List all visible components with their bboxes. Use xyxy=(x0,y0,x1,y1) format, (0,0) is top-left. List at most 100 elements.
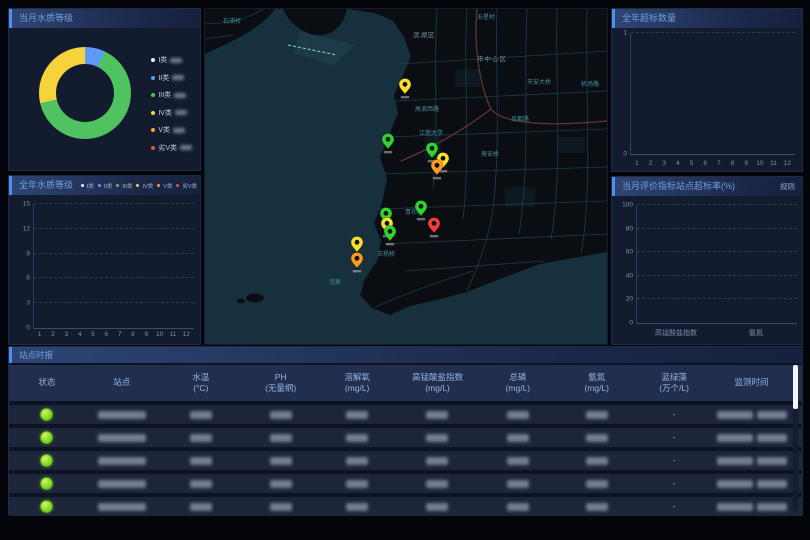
table-row[interactable]: - xyxy=(9,474,802,493)
table-row[interactable]: - xyxy=(9,497,802,516)
algae-value: - xyxy=(673,456,676,465)
map-label: 沈家 xyxy=(329,278,341,286)
status-dot-green xyxy=(40,454,53,467)
map-panel[interactable]: 石浦桥五星村滨湖区市中心区天安大桥机场路高浪西路吴都路江南大学寿安桥青祁桥古杨桥… xyxy=(204,8,608,345)
redacted-value xyxy=(586,434,608,442)
legend-item[interactable]: II类 xyxy=(151,73,192,83)
column-header: 总磷(mg/L) xyxy=(479,373,556,394)
redacted-value xyxy=(586,411,608,419)
table-row[interactable]: - xyxy=(9,405,802,424)
map-canvas: 石浦桥五星村滨湖区市中心区天安大桥机场路高浪西路吴都路江南大学寿安桥青祁桥古杨桥… xyxy=(205,9,607,344)
redacted-time xyxy=(757,503,787,511)
redacted-value xyxy=(586,480,608,488)
station-table-panel: 站点时报 状态站点水温(°C)PH(无量纲)溶解氧(mg/L)高锰酸盐指数(mg… xyxy=(8,346,803,515)
redacted-date xyxy=(717,411,753,419)
algae-value: - xyxy=(673,410,676,419)
panel-title: 当月评价指标站点超标率(%) 规则 xyxy=(612,177,802,196)
redacted-time xyxy=(757,434,787,442)
y-axis-labels: 020406080100 xyxy=(614,205,633,323)
map-island xyxy=(237,299,245,304)
legend-item[interactable]: III类 xyxy=(151,90,192,100)
donut-chart xyxy=(39,47,131,139)
redacted-date xyxy=(717,480,753,488)
map-label: 江南大学 xyxy=(419,129,443,137)
year-quality-legend[interactable]: I类 II类III类 IV类 V类劣V类 xyxy=(81,176,197,195)
rules-link[interactable]: 规则 xyxy=(780,177,795,196)
legend-item[interactable]: V类 xyxy=(157,182,172,190)
redacted-value xyxy=(270,503,292,511)
redacted-value xyxy=(270,480,292,488)
table-body: - - - - - xyxy=(9,401,802,514)
redacted-date xyxy=(717,503,753,511)
panel-month-rate: 当月评价指标站点超标率(%) 规则 020406080100 高锰酸盐指数氨氮 xyxy=(611,176,803,345)
redacted-value xyxy=(270,411,292,419)
map-label: 石浦桥 xyxy=(223,17,241,25)
algae-value: - xyxy=(673,479,676,488)
status-dot-green xyxy=(40,408,53,421)
legend-item[interactable]: III类 xyxy=(116,182,132,190)
legend-item[interactable]: IV类 xyxy=(151,108,192,118)
map-label: 古杨桥 xyxy=(377,250,395,258)
panel-year-exceed: 全年超标数量 01 123456789101112 xyxy=(611,8,803,172)
redacted-value xyxy=(346,434,368,442)
month-rate-chart xyxy=(636,205,797,324)
redacted-value xyxy=(190,503,212,511)
redacted-site-name xyxy=(98,503,146,511)
map-label: 天安大桥 xyxy=(527,78,551,86)
column-header: 高锰酸盐指数(mg/L) xyxy=(396,373,480,394)
map-label: 机场路 xyxy=(581,80,599,88)
map-label: 高浪西路 xyxy=(415,105,439,113)
column-header: 溶解氧(mg/L) xyxy=(319,373,396,394)
x-axis-labels: 123456789101112 xyxy=(33,331,193,338)
table-title: 站点时报 xyxy=(9,347,802,363)
column-header: 状态 xyxy=(9,378,85,387)
redacted-value xyxy=(426,434,448,442)
map-island xyxy=(246,294,264,303)
column-header: PH(无量纲) xyxy=(243,373,319,394)
redacted-value xyxy=(346,480,368,488)
legend-item[interactable]: I类 xyxy=(151,55,192,65)
legend-item[interactable]: II类 xyxy=(98,182,113,190)
column-header: 氨氮(mg/L) xyxy=(556,373,637,394)
redacted-site-name xyxy=(98,457,146,465)
legend-item[interactable]: I类 xyxy=(81,182,94,190)
redacted-time xyxy=(757,457,787,465)
map-label: 寿安桥 xyxy=(481,150,499,158)
year-exceed-chart xyxy=(630,33,795,155)
legend-item[interactable]: V类 xyxy=(151,125,192,135)
redacted-site-name xyxy=(98,434,146,442)
map-label: 市中心区 xyxy=(477,54,507,63)
panel-title: 当月水质等级 xyxy=(9,9,200,28)
column-header: 站点 xyxy=(85,378,159,387)
column-header: 水温(°C) xyxy=(159,373,243,394)
redacted-value xyxy=(270,434,292,442)
table-row[interactable]: - xyxy=(9,451,802,470)
legend-item[interactable]: IV类 xyxy=(136,182,153,190)
legend-item[interactable]: 劣V类 xyxy=(176,182,197,190)
y-axis-labels: 01 xyxy=(614,33,627,154)
map-label: 五星村 xyxy=(477,13,495,21)
redacted-value xyxy=(507,503,529,511)
year-quality-chart xyxy=(33,204,194,329)
redacted-site-name xyxy=(98,480,146,488)
column-header: 监测时间 xyxy=(711,378,792,387)
donut-legend: I类 II类 III类 IV类 V类劣V类 xyxy=(151,55,192,153)
status-dot-green xyxy=(40,431,53,444)
redacted-value xyxy=(346,411,368,419)
redacted-value xyxy=(190,411,212,419)
redacted-value xyxy=(586,457,608,465)
legend-item[interactable]: 劣V类 xyxy=(151,143,192,153)
table-row[interactable]: - xyxy=(9,428,802,447)
redacted-value xyxy=(190,457,212,465)
panel-title-text: 当月评价指标站点超标率(%) xyxy=(622,181,735,191)
panel-year-quality: 全年水质等级 I类II类III类IV类V类劣V类 03691215 123456… xyxy=(8,175,201,345)
redacted-value xyxy=(346,457,368,465)
algae-value: - xyxy=(673,502,676,511)
table-header: 状态站点水温(°C)PH(无量纲)溶解氧(mg/L)高锰酸盐指数(mg/L)总磷… xyxy=(9,365,802,401)
redacted-value xyxy=(507,434,529,442)
table-scrollbar-thumb[interactable] xyxy=(793,365,798,409)
redacted-value xyxy=(586,503,608,511)
column-header: 蓝绿藻(万个/L) xyxy=(637,373,711,394)
algae-value: - xyxy=(673,433,676,442)
status-dot-green xyxy=(40,477,53,490)
